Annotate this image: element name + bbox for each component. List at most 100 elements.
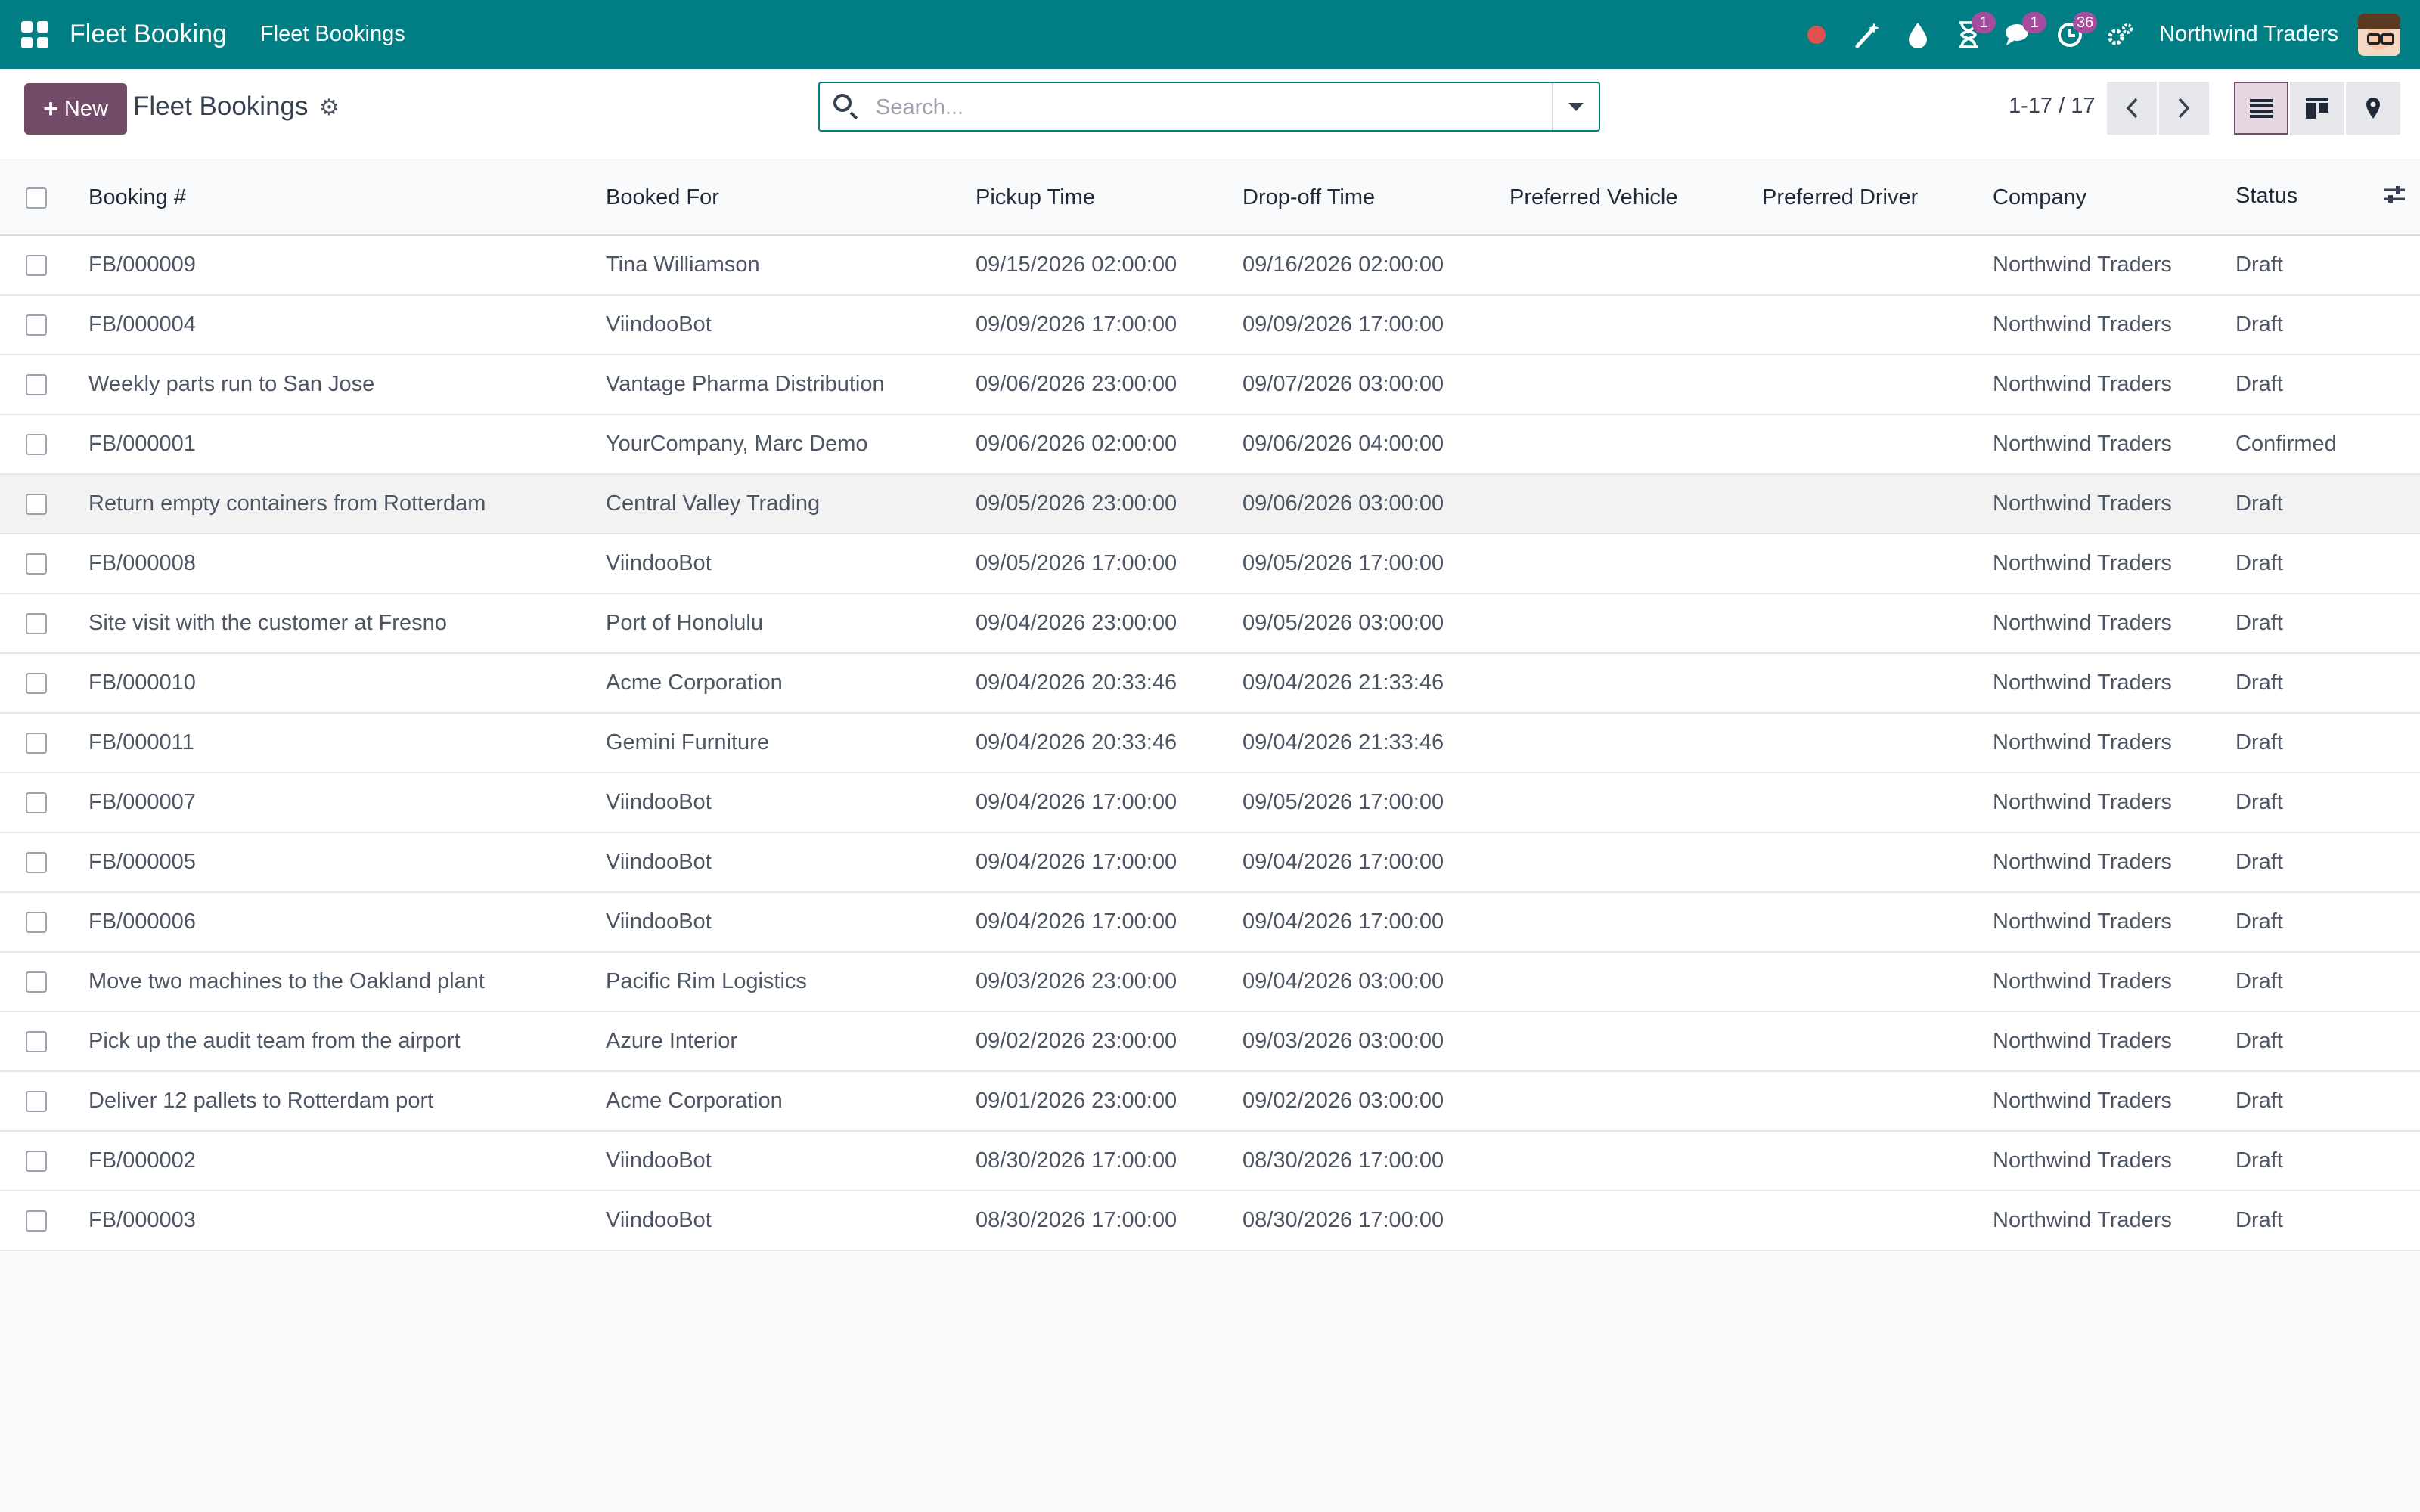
cell-preferred-driver[interactable]	[1762, 355, 1993, 415]
table-row[interactable]: FB/000003 ViindooBot 08/30/2026 17:00:00 08…	[0, 1191, 2420, 1251]
row-checkbox[interactable]	[26, 434, 47, 456]
column-header-preferred-vehicle[interactable]: Preferred Vehicle	[1509, 160, 1762, 236]
cell-booked-for[interactable]: ViindooBot	[606, 1191, 976, 1251]
cell-company[interactable]: Northwind Traders	[1993, 1012, 2235, 1072]
cell-preferred-vehicle[interactable]	[1509, 534, 1762, 594]
cell-dropoff-time[interactable]: 09/05/2026 17:00:00	[1243, 773, 1509, 833]
column-header-status[interactable]: Status	[2235, 184, 2297, 208]
cell-preferred-driver[interactable]	[1762, 713, 1993, 773]
cell-company[interactable]: Northwind Traders	[1993, 653, 2235, 714]
cell-company[interactable]: Northwind Traders	[1993, 235, 2235, 296]
cell-booking-number[interactable]: FB/000006	[88, 892, 606, 953]
cell-status[interactable]: Confirmed	[2235, 414, 2420, 475]
table-row[interactable]: Return empty containers from Rotterdam Ce…	[0, 474, 2420, 534]
cell-pickup-time[interactable]: 09/06/2026 02:00:00	[976, 414, 1243, 475]
cell-preferred-vehicle[interactable]	[1509, 653, 1762, 714]
cell-booked-for[interactable]: ViindooBot	[606, 295, 976, 355]
cell-booked-for[interactable]: Port of Honolulu	[606, 593, 976, 654]
table-row[interactable]: FB/000006 ViindooBot 09/04/2026 17:00:00 09…	[0, 892, 2420, 953]
cell-preferred-driver[interactable]	[1762, 1191, 1993, 1251]
cell-status[interactable]: Draft	[2235, 892, 2420, 953]
cell-booking-number[interactable]: Site visit with the customer at Fresno	[88, 593, 606, 654]
cell-booked-for[interactable]: Gemini Furniture	[606, 713, 976, 773]
cell-company[interactable]: Northwind Traders	[1993, 355, 2235, 415]
cell-status[interactable]: Draft	[2235, 534, 2420, 594]
cell-preferred-driver[interactable]	[1762, 1071, 1993, 1132]
row-checkbox[interactable]	[26, 912, 47, 934]
table-row[interactable]: FB/000002 ViindooBot 08/30/2026 17:00:00 08…	[0, 1131, 2420, 1191]
row-checkbox[interactable]	[26, 792, 47, 814]
cell-status[interactable]: Draft	[2235, 593, 2420, 654]
cell-pickup-time[interactable]: 09/04/2026 20:33:46	[976, 653, 1243, 714]
app-name[interactable]: Fleet Booking	[70, 20, 227, 49]
cell-booking-number[interactable]: Pick up the audit team from the airport	[88, 1012, 606, 1072]
cell-booking-number[interactable]: FB/000003	[88, 1191, 606, 1251]
cell-preferred-vehicle[interactable]	[1509, 414, 1762, 475]
cell-dropoff-time[interactable]: 09/16/2026 02:00:00	[1243, 235, 1509, 296]
recording-dot-icon[interactable]	[1794, 12, 1839, 57]
activity-clock-icon[interactable]: 36	[2047, 11, 2098, 57]
cell-pickup-time[interactable]: 09/04/2026 17:00:00	[976, 773, 1243, 833]
cell-status[interactable]: Draft	[2235, 713, 2420, 773]
cell-preferred-driver[interactable]	[1762, 593, 1993, 654]
cell-status[interactable]: Draft	[2235, 235, 2420, 296]
cell-dropoff-time[interactable]: 09/06/2026 04:00:00	[1243, 414, 1509, 475]
table-row[interactable]: FB/000004 ViindooBot 09/09/2026 17:00:00 09…	[0, 295, 2420, 355]
cell-status[interactable]: Draft	[2235, 952, 2420, 1012]
cell-booking-number[interactable]: FB/000007	[88, 773, 606, 833]
row-checkbox[interactable]	[26, 494, 47, 516]
cell-booking-number[interactable]: FB/000001	[88, 414, 606, 475]
cell-dropoff-time[interactable]: 08/30/2026 17:00:00	[1243, 1131, 1509, 1191]
column-header-booking-number[interactable]: Booking #	[88, 160, 606, 236]
cell-company[interactable]: Northwind Traders	[1993, 534, 2235, 594]
cell-preferred-vehicle[interactable]	[1509, 1191, 1762, 1251]
table-row[interactable]: FB/000001 YourCompany, Marc Demo 09/06/202…	[0, 414, 2420, 475]
cell-pickup-time[interactable]: 09/04/2026 20:33:46	[976, 713, 1243, 773]
cell-preferred-driver[interactable]	[1762, 952, 1993, 1012]
cell-pickup-time[interactable]: 08/30/2026 17:00:00	[976, 1131, 1243, 1191]
cell-booking-number[interactable]: FB/000009	[88, 235, 606, 296]
cell-dropoff-time[interactable]: 09/07/2026 03:00:00	[1243, 355, 1509, 415]
cell-preferred-vehicle[interactable]	[1509, 474, 1762, 534]
kanban-view-button[interactable]	[2290, 82, 2344, 135]
cell-booked-for[interactable]: ViindooBot	[606, 1131, 976, 1191]
table-row[interactable]: FB/000007 ViindooBot 09/04/2026 17:00:00 09…	[0, 773, 2420, 833]
column-header-preferred-driver[interactable]: Preferred Driver	[1762, 160, 1993, 236]
cell-dropoff-time[interactable]: 09/05/2026 03:00:00	[1243, 593, 1509, 654]
cell-status[interactable]: Draft	[2235, 355, 2420, 415]
cell-preferred-driver[interactable]	[1762, 474, 1993, 534]
column-header-company[interactable]: Company	[1993, 160, 2235, 236]
cell-booked-for[interactable]: Pacific Rim Logistics	[606, 952, 976, 1012]
cell-dropoff-time[interactable]: 09/04/2026 21:33:46	[1243, 713, 1509, 773]
cell-preferred-vehicle[interactable]	[1509, 773, 1762, 833]
new-button[interactable]: + New	[24, 83, 127, 135]
row-checkbox[interactable]	[26, 613, 47, 635]
cell-status[interactable]: Draft	[2235, 1012, 2420, 1072]
cell-company[interactable]: Northwind Traders	[1993, 414, 2235, 475]
cell-booked-for[interactable]: Azure Interior	[606, 1012, 976, 1072]
cell-company[interactable]: Northwind Traders	[1993, 593, 2235, 654]
cell-pickup-time[interactable]: 09/04/2026 17:00:00	[976, 892, 1243, 953]
user-avatar[interactable]	[2358, 13, 2400, 56]
pager-value[interactable]: 1-17 / 17	[2009, 94, 2095, 119]
row-checkbox[interactable]	[26, 1031, 47, 1053]
table-row[interactable]: FB/000008 ViindooBot 09/05/2026 17:00:00 09…	[0, 534, 2420, 594]
cell-pickup-time[interactable]: 09/03/2026 23:00:00	[976, 952, 1243, 1012]
column-header-booked-for[interactable]: Booked For	[606, 160, 976, 236]
cell-booked-for[interactable]: YourCompany, Marc Demo	[606, 414, 976, 475]
cell-pickup-time[interactable]: 09/15/2026 02:00:00	[976, 235, 1243, 296]
cell-pickup-time[interactable]: 09/04/2026 17:00:00	[976, 832, 1243, 893]
cell-preferred-driver[interactable]	[1762, 1012, 1993, 1072]
row-checkbox[interactable]	[26, 553, 47, 575]
cell-pickup-time[interactable]: 09/05/2026 23:00:00	[976, 474, 1243, 534]
search-input[interactable]	[874, 89, 1528, 125]
cell-status[interactable]: Draft	[2235, 1071, 2420, 1132]
row-checkbox[interactable]	[26, 673, 47, 695]
table-row[interactable]: FB/000011 Gemini Furniture 09/04/2026 20:3…	[0, 713, 2420, 773]
cell-preferred-vehicle[interactable]	[1509, 235, 1762, 296]
cell-booked-for[interactable]: ViindooBot	[606, 832, 976, 893]
cell-company[interactable]: Northwind Traders	[1993, 1131, 2235, 1191]
menu-item-fleet-bookings[interactable]: Fleet Bookings	[260, 22, 405, 47]
settings-gears-icon[interactable]	[2098, 12, 2143, 57]
select-all-checkbox[interactable]	[26, 187, 47, 209]
